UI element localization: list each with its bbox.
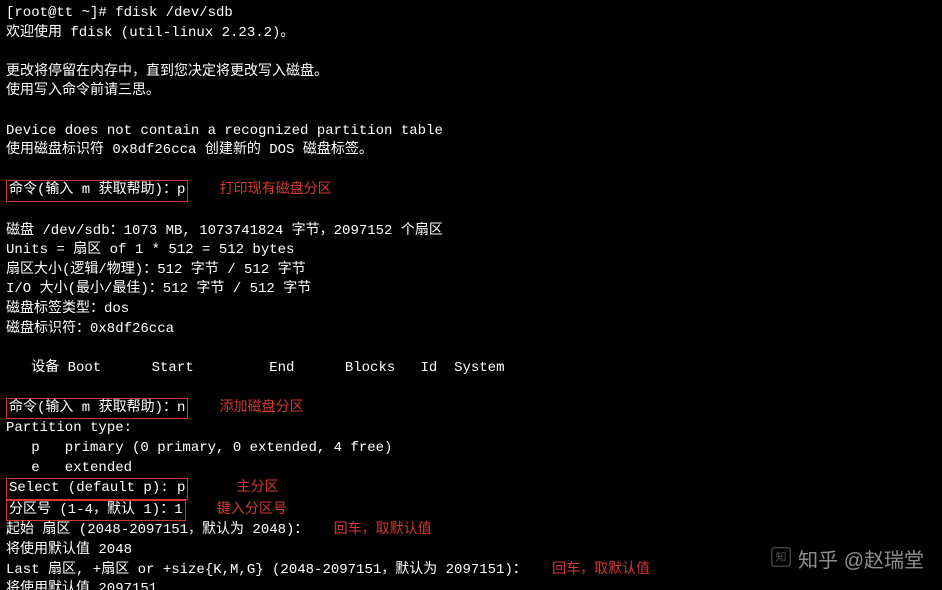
shell-prompt: [root@tt ~]#: [6, 5, 115, 21]
label-type: 磁盘标签类型：dos: [6, 300, 936, 320]
annotation-primary: 主分区: [236, 480, 278, 496]
watermark-text: 知乎 @赵瑞堂: [798, 547, 924, 575]
device-warning: Device does not contain a recognized par…: [6, 122, 936, 142]
svg-text:知: 知: [776, 550, 787, 564]
ptype-extended: e extended: [6, 459, 936, 479]
ptype-primary: p primary (0 primary, 0 extended, 4 free…: [6, 439, 936, 459]
blank-line: [6, 202, 936, 222]
use-default-2: 将使用默认值 2097151: [6, 580, 936, 590]
blank-line: [6, 378, 936, 398]
command-n-box: 命令(输入 m 获取帮助)：n: [6, 398, 188, 420]
partition-header: 设备 Boot Start End Blocks Id System: [6, 359, 936, 379]
command-p-line: 命令(输入 m 获取帮助)：p 打印现有磁盘分区: [6, 180, 936, 202]
annotation-enter-2: 回车，取默认值: [552, 562, 650, 578]
blank-line: [6, 339, 936, 359]
command-n-line: 命令(输入 m 获取帮助)：n 添加磁盘分区: [6, 398, 936, 420]
command-p-box: 命令(输入 m 获取帮助)：p: [6, 180, 188, 202]
disk-info: 磁盘 /dev/sdb：1073 MB, 1073741824 字节，20971…: [6, 222, 936, 242]
sector-size: 扇区大小(逻辑/物理)：512 字节 / 512 字节: [6, 261, 936, 281]
disk-identifier: 磁盘标识符：0x8df26cca: [6, 320, 936, 340]
partnum-box: 分区号 (1-4，默认 1)：1: [6, 500, 186, 522]
blank-line: [6, 43, 936, 63]
prompt-line: [root@tt ~]# fdisk /dev/sdb: [6, 4, 936, 24]
units-line: Units = 扇区 of 1 * 512 = 512 bytes: [6, 241, 936, 261]
terminal-window[interactable]: [root@tt ~]# fdisk /dev/sdb 欢迎使用 fdisk (…: [0, 0, 942, 590]
last-sector-text: Last 扇区, +扇区 or +size{K,M,G} (2048-20971…: [6, 562, 527, 578]
blank-line: [6, 161, 936, 181]
first-sector-text: 起始 扇区 (2048-2097151，默认为 2048)：: [6, 522, 308, 538]
io-size: I/O 大小(最小/最佳)：512 字节 / 512 字节: [6, 280, 936, 300]
select-box: Select (default p): p: [6, 478, 188, 500]
warning-line-1: 更改将停留在内存中，直到您决定将更改写入磁盘。: [6, 63, 936, 83]
fdisk-command: fdisk /dev/sdb: [115, 5, 233, 21]
dos-label-line: 使用磁盘标识符 0x8df26cca 创建新的 DOS 磁盘标签。: [6, 141, 936, 161]
welcome-line: 欢迎使用 fdisk (util-linux 2.23.2)。: [6, 24, 936, 44]
partition-type: Partition type:: [6, 419, 936, 439]
watermark: 知 知乎 @赵瑞堂: [770, 546, 924, 576]
annotation-partnum: 键入分区号: [217, 502, 287, 518]
zhihu-icon: 知: [770, 546, 792, 576]
blank-line: [6, 102, 936, 122]
warning-line-2: 使用写入命令前请三思。: [6, 82, 936, 102]
annotation-print: 打印现有磁盘分区: [220, 182, 332, 198]
annotation-enter-1: 回车，取默认值: [334, 522, 432, 538]
annotation-add: 添加磁盘分区: [220, 400, 304, 416]
select-line: Select (default p): p 主分区: [6, 478, 936, 500]
partnum-line: 分区号 (1-4，默认 1)：1 键入分区号: [6, 500, 936, 522]
first-sector-line: 起始 扇区 (2048-2097151，默认为 2048)： 回车，取默认值: [6, 521, 936, 541]
